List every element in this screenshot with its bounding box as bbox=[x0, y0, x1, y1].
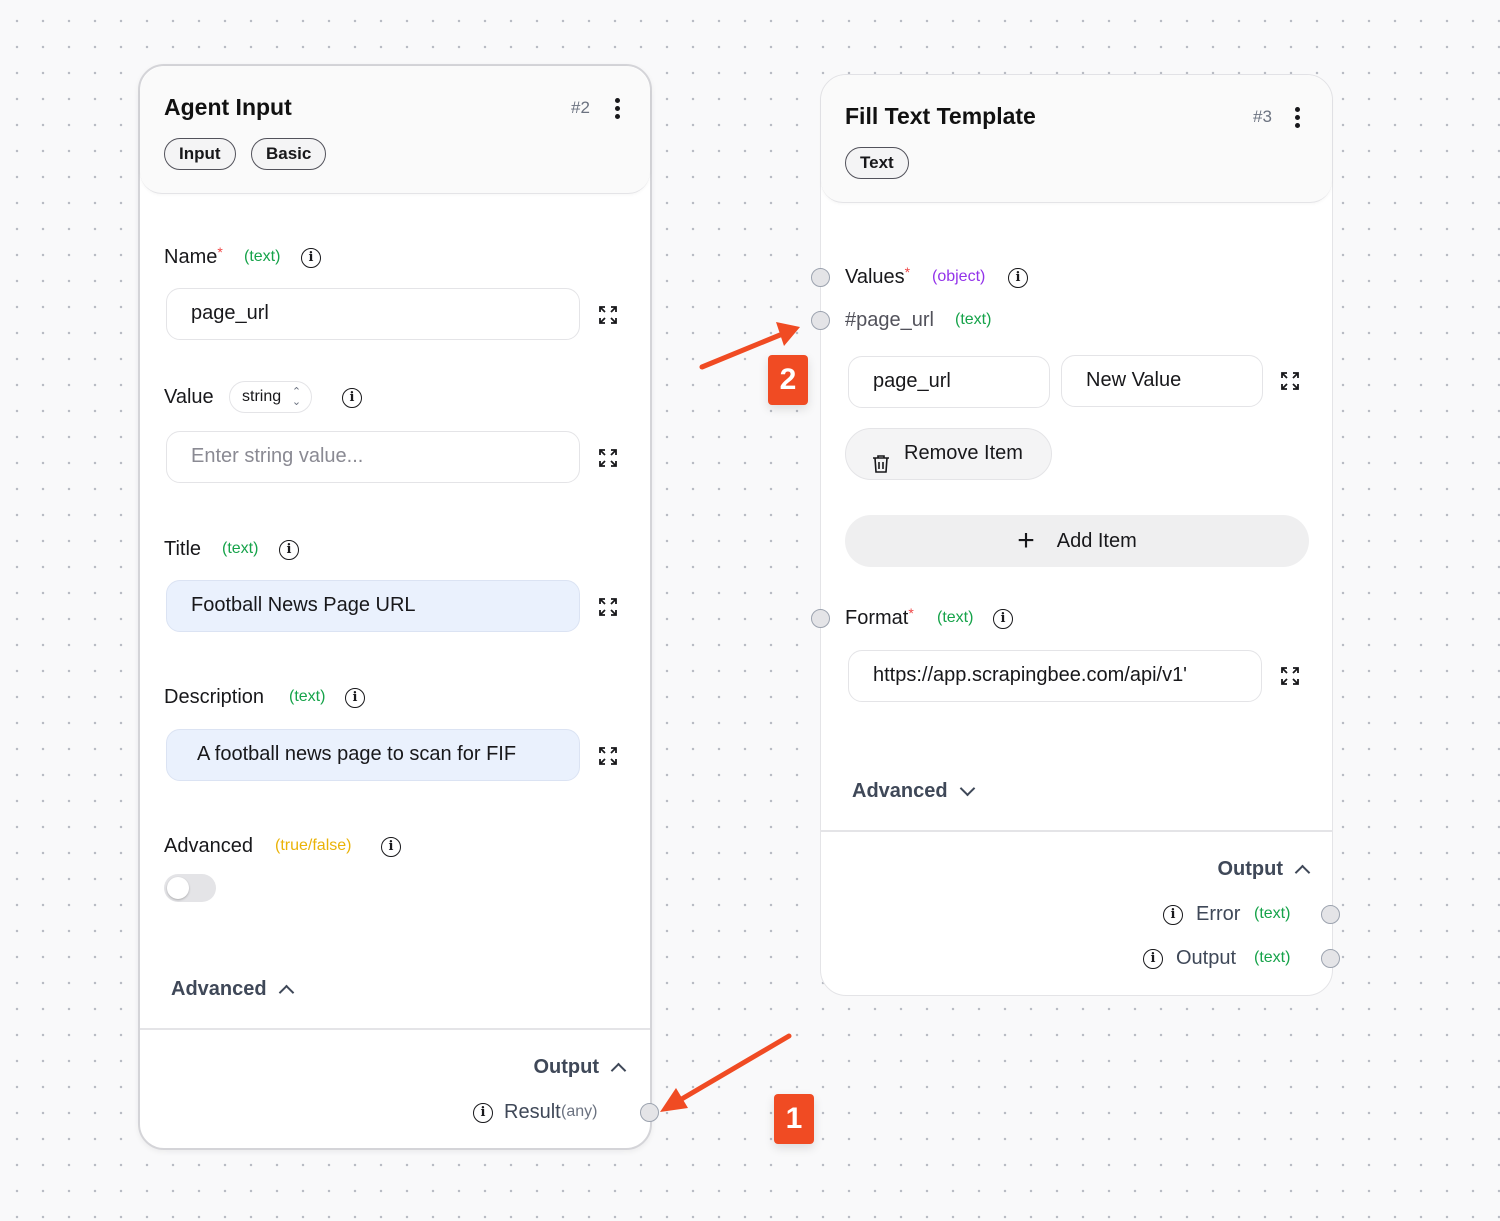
description-type: (text) bbox=[289, 688, 326, 705]
format-label: Format* bbox=[845, 605, 914, 629]
plus-icon: + bbox=[1017, 524, 1035, 557]
result-output-label: Result bbox=[504, 1101, 561, 1123]
result-output-handle[interactable] bbox=[640, 1103, 659, 1122]
output-output-label: Output bbox=[1176, 947, 1237, 969]
values-label: Values* bbox=[845, 264, 911, 288]
kebab-menu-icon[interactable] bbox=[1293, 107, 1301, 129]
name-input[interactable]: page_url bbox=[166, 288, 580, 340]
title-type: (text) bbox=[222, 540, 259, 557]
fill-text-template-node[interactable]: Fill Text Template #3 Text Values* (obje… bbox=[811, 74, 1340, 996]
expand-icon[interactable] bbox=[1281, 372, 1299, 390]
error-output-type: (text) bbox=[1254, 905, 1291, 922]
info-icon[interactable]: i bbox=[473, 1103, 493, 1123]
output-output-handle[interactable] bbox=[1321, 949, 1340, 968]
tag-text: Text bbox=[845, 147, 909, 179]
tag-basic: Basic bbox=[251, 138, 327, 170]
chevron-up-icon bbox=[1294, 864, 1311, 881]
name-label: Name* bbox=[164, 244, 223, 268]
value-input[interactable]: Enter string value... bbox=[166, 431, 580, 483]
node-title: Agent Input bbox=[164, 94, 292, 120]
chevron-up-icon bbox=[278, 984, 294, 1001]
info-icon[interactable]: i bbox=[1008, 268, 1028, 288]
agent-input-header: Agent Input #2 Input Basic bbox=[140, 66, 650, 194]
chevron-down-icon bbox=[959, 780, 975, 797]
format-type: (text) bbox=[937, 609, 974, 626]
node-id: #2 bbox=[571, 98, 590, 117]
info-icon[interactable]: i bbox=[1163, 905, 1183, 925]
page-url-input-handle[interactable] bbox=[811, 311, 830, 330]
remove-item-button[interactable]: Remove Item bbox=[845, 428, 1052, 480]
title-label: Title bbox=[164, 538, 202, 560]
chevron-up-icon bbox=[610, 1062, 627, 1079]
arrow-annotation-1 bbox=[660, 1033, 792, 1112]
page-url-item-label: #page_url bbox=[845, 309, 934, 331]
expand-icon[interactable] bbox=[599, 449, 617, 467]
divider bbox=[140, 1028, 650, 1030]
output-section-toggle[interactable]: Output bbox=[533, 1056, 627, 1079]
annotation-marker-1: 1 bbox=[774, 1094, 814, 1144]
divider bbox=[821, 830, 1332, 832]
expand-icon[interactable] bbox=[1281, 667, 1299, 685]
node-id: #3 bbox=[1253, 107, 1272, 126]
value-type-select[interactable]: string ⌃ ⌄ bbox=[229, 381, 313, 413]
toggle-knob bbox=[167, 877, 189, 899]
expand-icon[interactable] bbox=[599, 598, 617, 616]
agent-input-node[interactable]: Agent Input #2 Input Basic Name* (text) … bbox=[138, 64, 659, 1150]
fill-text-template-header: Fill Text Template #3 Text bbox=[821, 75, 1332, 203]
expand-icon[interactable] bbox=[599, 747, 617, 765]
kebab-menu-icon[interactable] bbox=[613, 98, 621, 120]
title-input[interactable]: Football News Page URL bbox=[166, 580, 580, 632]
value-label: Value bbox=[164, 386, 214, 408]
annotation-marker-2: 2 bbox=[768, 355, 808, 405]
description-input[interactable]: A football news page to scan for FIF bbox=[166, 729, 580, 781]
trash-icon bbox=[872, 444, 890, 493]
advanced-section-toggle[interactable]: Advanced bbox=[171, 978, 294, 1001]
item-key-input[interactable]: page_url bbox=[848, 356, 1050, 408]
format-input-handle[interactable] bbox=[811, 609, 830, 628]
info-icon[interactable]: i bbox=[345, 688, 365, 708]
description-label: Description bbox=[164, 686, 265, 708]
add-item-button[interactable]: + Add Item bbox=[845, 515, 1309, 567]
node-title: Fill Text Template bbox=[845, 103, 1036, 129]
advanced-toggle[interactable] bbox=[164, 874, 216, 902]
info-icon[interactable]: i bbox=[1143, 949, 1163, 969]
output-output-type: (text) bbox=[1254, 949, 1291, 966]
info-icon[interactable]: i bbox=[342, 388, 362, 408]
advanced-section-toggle[interactable]: Advanced bbox=[852, 780, 975, 803]
page-url-item-type: (text) bbox=[955, 311, 992, 328]
advanced-label: Advanced bbox=[164, 835, 253, 857]
item-value-input[interactable]: New Value bbox=[1061, 355, 1263, 407]
format-input[interactable]: https://app.scrapingbee.com/api/v1' bbox=[848, 650, 1262, 702]
name-type: (text) bbox=[244, 248, 281, 265]
error-output-label: Error bbox=[1196, 903, 1241, 925]
info-icon[interactable]: i bbox=[381, 837, 401, 857]
output-section-toggle[interactable]: Output bbox=[1217, 858, 1311, 881]
advanced-type: (true/false) bbox=[275, 837, 352, 854]
tag-input: Input bbox=[164, 138, 236, 170]
values-input-handle[interactable] bbox=[811, 268, 830, 287]
result-output-type: (any) bbox=[561, 1103, 598, 1120]
info-icon[interactable]: i bbox=[993, 609, 1013, 629]
updown-chevron-icon: ⌃ ⌄ bbox=[291, 386, 302, 408]
values-type: (object) bbox=[932, 268, 986, 285]
info-icon[interactable]: i bbox=[301, 248, 321, 268]
error-output-handle[interactable] bbox=[1321, 905, 1340, 924]
expand-icon[interactable] bbox=[599, 306, 617, 324]
info-icon[interactable]: i bbox=[279, 540, 299, 560]
